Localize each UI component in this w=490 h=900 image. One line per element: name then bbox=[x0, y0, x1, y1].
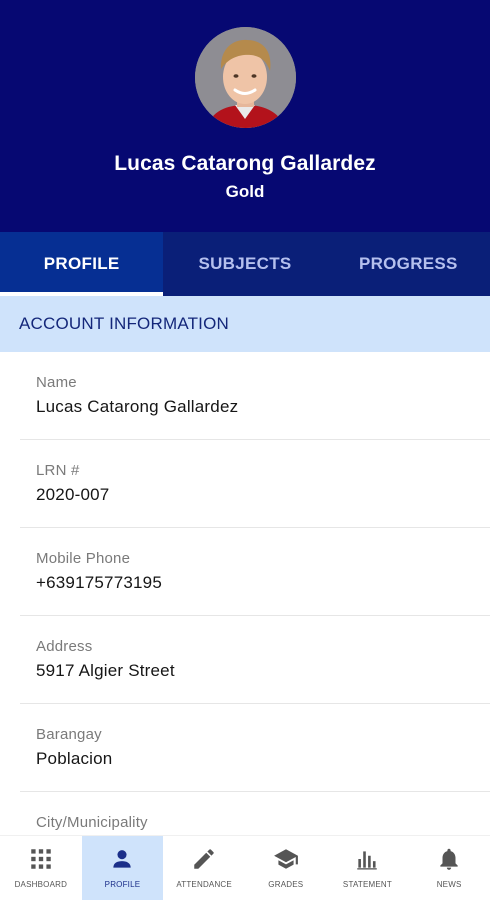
nav-label: ATTENDANCE bbox=[176, 880, 232, 889]
field-label: Name bbox=[36, 374, 77, 391]
nav-label: PROFILE bbox=[104, 880, 141, 889]
profile-tabs: PROFILE SUBJECTS PROGRESS bbox=[0, 232, 490, 296]
field-address: Address 5917 Algier Street bbox=[20, 616, 490, 704]
profile-header: Lucas Catarong Gallardez Gold bbox=[0, 0, 490, 232]
field-value: 2020-007 bbox=[36, 485, 110, 504]
field-name: Name Lucas Catarong Gallardez bbox=[20, 352, 490, 440]
field-barangay: Barangay Poblacion bbox=[20, 704, 490, 792]
nav-label: STATEMENT bbox=[342, 880, 392, 889]
field-label: Barangay bbox=[36, 726, 102, 743]
tab-progress[interactable]: PROGRESS bbox=[327, 232, 490, 296]
field-label: City/Municipality bbox=[36, 814, 148, 831]
nav-label: NEWS bbox=[436, 880, 462, 889]
nav-dashboard[interactable]: DASHBOARD bbox=[0, 836, 82, 900]
tab-profile[interactable]: PROFILE bbox=[0, 232, 164, 296]
field-mobile-phone: Mobile Phone +639175773195 bbox=[20, 528, 490, 616]
account-information-header: ACCOUNT INFORMATION bbox=[0, 296, 490, 352]
nav-attendance[interactable]: ATTENDANCE bbox=[163, 836, 245, 900]
bottom-navigation: DASHBOARD PROFILE ATTENDANCE GRADES STAT… bbox=[0, 835, 490, 900]
nav-profile[interactable]: PROFILE bbox=[81, 836, 164, 900]
avatar bbox=[195, 27, 296, 128]
pencil-icon bbox=[194, 849, 214, 869]
bell-icon bbox=[440, 848, 458, 870]
field-value: 5917 Algier Street bbox=[36, 661, 175, 680]
account-fields: Name Lucas Catarong Gallardez LRN # 2020… bbox=[0, 352, 490, 880]
field-value: Poblacion bbox=[36, 749, 113, 768]
bar-chart-icon bbox=[357, 851, 378, 870]
field-value: +639175773195 bbox=[36, 573, 162, 592]
person-icon bbox=[113, 850, 132, 868]
graduation-cap-icon bbox=[273, 849, 298, 869]
user-level: Gold bbox=[225, 182, 265, 201]
field-value: Lucas Catarong Gallardez bbox=[36, 397, 239, 416]
nav-grades[interactable]: GRADES bbox=[245, 836, 327, 900]
nav-label: DASHBOARD bbox=[14, 880, 68, 889]
tab-subjects[interactable]: SUBJECTS bbox=[163, 232, 326, 296]
nav-news[interactable]: NEWS bbox=[408, 836, 490, 900]
field-label: Address bbox=[36, 638, 93, 655]
nav-statement[interactable]: STATEMENT bbox=[327, 836, 409, 900]
field-label: LRN # bbox=[36, 462, 80, 479]
user-name: Lucas Catarong Gallardez bbox=[114, 152, 376, 175]
avatar-photo bbox=[195, 27, 296, 128]
field-label: Mobile Phone bbox=[36, 550, 131, 567]
nav-label: GRADES bbox=[268, 880, 304, 889]
field-lrn: LRN # 2020-007 bbox=[20, 440, 490, 528]
grid-icon bbox=[31, 849, 51, 869]
